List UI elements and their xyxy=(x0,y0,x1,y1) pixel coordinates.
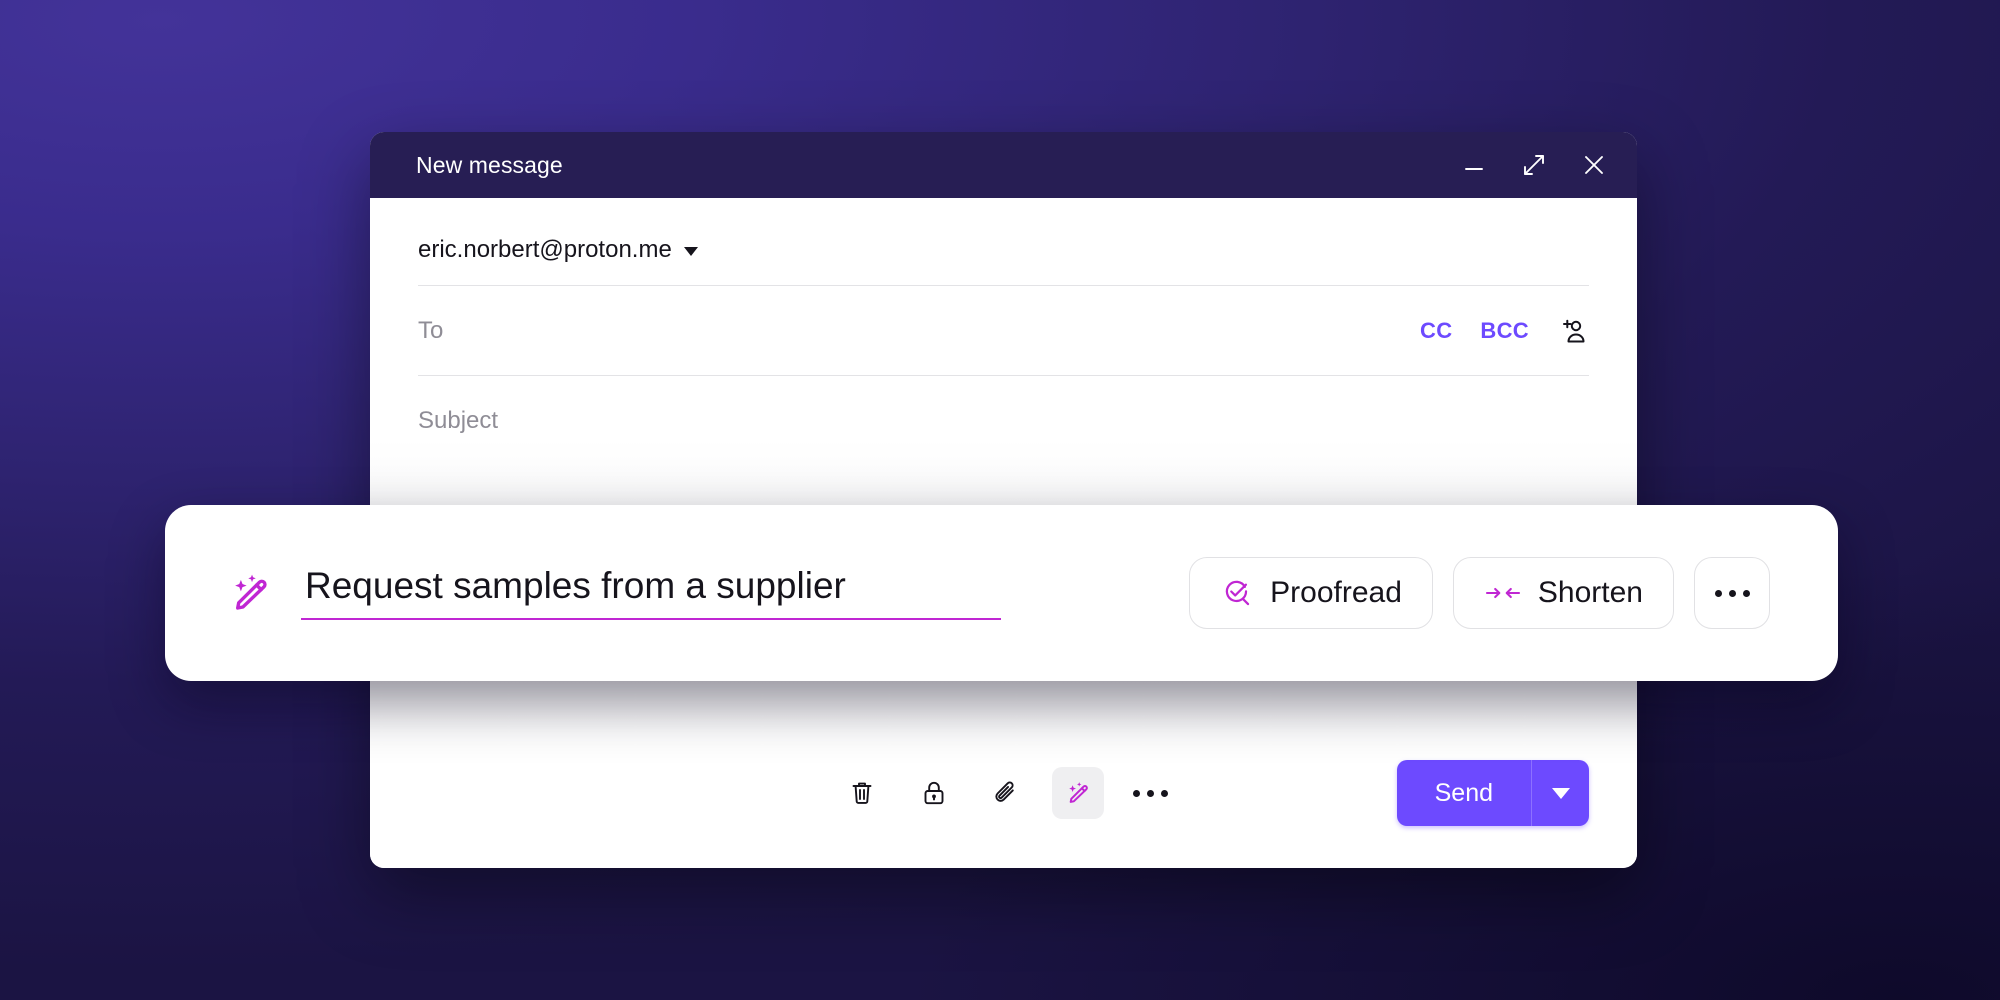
expand-button[interactable] xyxy=(1517,148,1551,182)
assistant-more-button[interactable] xyxy=(1694,557,1770,629)
magic-wand-icon xyxy=(235,574,267,610)
send-button-group: Send xyxy=(1396,760,1589,826)
close-icon xyxy=(1585,156,1603,174)
page-title: New message xyxy=(416,151,563,178)
compose-tool-group xyxy=(836,767,1397,819)
expand-icon xyxy=(1524,155,1544,175)
attachment-button[interactable] xyxy=(980,767,1032,819)
assistant-actions: Proofread Shorten xyxy=(1189,557,1770,629)
magic-wand-icon xyxy=(1069,782,1088,803)
compose-toolbar: Send xyxy=(370,718,1637,868)
minimize-button[interactable] xyxy=(1457,148,1491,182)
bcc-button[interactable]: BCC xyxy=(1480,318,1529,344)
more-options-button[interactable] xyxy=(1124,767,1176,819)
subject-input[interactable]: Subject xyxy=(418,407,1589,435)
shorten-button[interactable]: Shorten xyxy=(1452,557,1674,629)
window-controls xyxy=(1457,148,1611,182)
add-contact-icon xyxy=(1563,319,1585,342)
compose-window-header: New message xyxy=(370,132,1637,198)
assistant-prompt-wrapper xyxy=(301,565,1001,621)
from-row: eric.norbert@proton.me xyxy=(418,198,1589,286)
from-address-label: eric.norbert@proton.me xyxy=(418,235,672,263)
lock-icon xyxy=(924,781,944,805)
compose-window: New message eric.norbert@proton.me To CC… xyxy=(370,132,1637,868)
assistant-wand xyxy=(223,566,277,620)
proofread-button[interactable]: Proofread xyxy=(1189,557,1433,629)
to-row-actions: CC BCC xyxy=(1420,315,1589,347)
add-contact-button[interactable] xyxy=(1557,315,1589,347)
page-background: New message eric.norbert@proton.me To CC… xyxy=(0,0,2000,1000)
to-row: To CC BCC xyxy=(418,286,1589,376)
writing-assistant-bar: Proofread Shorten xyxy=(165,505,1838,681)
minimize-icon xyxy=(1465,168,1483,170)
shorten-label: Shorten xyxy=(1537,576,1643,609)
cc-button[interactable]: CC xyxy=(1420,318,1452,344)
shorten-icon xyxy=(1485,587,1520,599)
subject-row: Subject xyxy=(418,376,1589,466)
paperclip-icon xyxy=(995,781,1014,802)
ellipsis-icon xyxy=(1132,789,1168,797)
assistant-prompt-input[interactable] xyxy=(301,565,1001,621)
ellipsis-icon xyxy=(1714,589,1750,597)
send-button[interactable]: Send xyxy=(1397,760,1531,826)
proofread-icon xyxy=(1225,580,1250,606)
to-input[interactable]: To xyxy=(418,317,1420,345)
delete-draft-button[interactable] xyxy=(836,767,888,819)
writing-assistant-button[interactable] xyxy=(1052,767,1104,819)
from-address-selector[interactable]: eric.norbert@proton.me xyxy=(418,236,698,264)
encryption-button[interactable] xyxy=(908,767,960,819)
chevron-down-icon xyxy=(1551,787,1570,799)
send-options-button[interactable] xyxy=(1531,760,1589,826)
chevron-down-icon xyxy=(683,246,698,256)
proofread-label: Proofread xyxy=(1270,576,1402,609)
trash-icon xyxy=(852,782,872,804)
close-button[interactable] xyxy=(1577,148,1611,182)
